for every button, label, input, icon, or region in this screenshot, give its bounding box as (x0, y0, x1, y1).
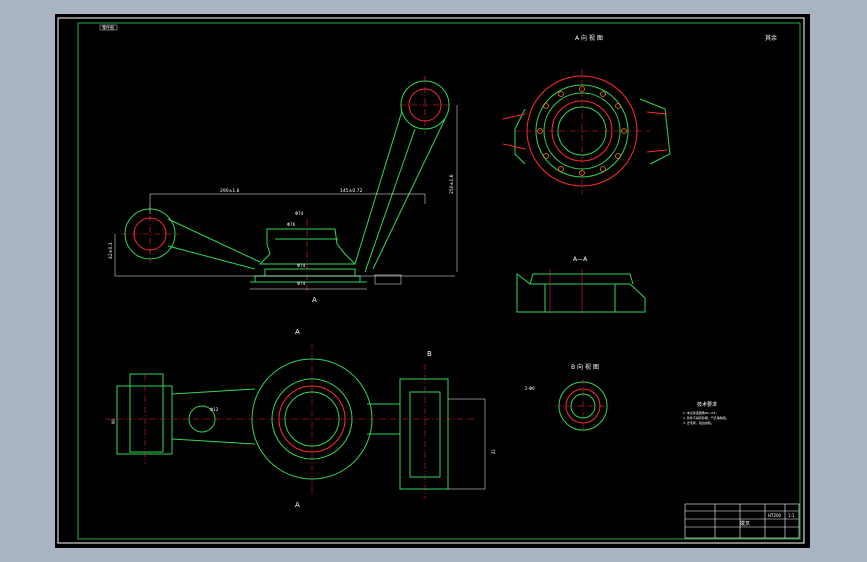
dim-d2: Φ76 (287, 222, 296, 227)
corner-tag-label: 零件图 (102, 24, 114, 30)
view-section-aa-centerlines (549, 269, 583, 314)
view-top-left (124, 80, 450, 283)
view-b-title: B 向 视 图 (571, 363, 599, 371)
dim-total: 290±1.6 (220, 188, 240, 194)
notes-line-1: 1. 未注铸造圆角R2~R3。 (683, 410, 718, 415)
notes-title: 技术要求 (697, 401, 717, 408)
dim-d4: Φ74 (297, 281, 306, 286)
view-b-callout: 2-Φ6 (525, 386, 535, 391)
view-top-left-centerlines (121, 76, 450, 294)
view-aa-title: A—A (573, 256, 588, 263)
dim-height: 250±1.6 (449, 174, 455, 194)
title-block-material: HT200 (768, 513, 782, 518)
title-block-scale: 1:1 (788, 513, 795, 518)
sheet-border-outer (57, 17, 805, 544)
view-b-centerlines (555, 379, 611, 434)
tolerance-frame (374, 274, 402, 285)
notes-line-3: 3. 去毛刺，锐边倒钝。 (683, 420, 714, 425)
dim-d1: Φ74 (295, 211, 304, 216)
dim-d3: Φ74 (297, 263, 306, 268)
section-mark-a-top: A (312, 296, 317, 304)
note-left: Φ12 (210, 407, 219, 412)
notes-line-2: 2. 铸件不得有砂眼、气孔等缺陷。 (683, 415, 729, 420)
view-section-aa (516, 272, 646, 313)
sheet-border-inner (77, 22, 801, 540)
section-mark-b: B (427, 350, 432, 358)
view-bottom-left (116, 358, 486, 490)
title-block-part: 拨叉 (740, 520, 750, 527)
dim-bl-left: 90 (111, 418, 116, 424)
drawing-viewport[interactable]: 零件图 其余 290±1.6 145±0.72 Φ74 Φ76 Φ74 Φ74 … (55, 14, 810, 548)
dim-right: 145±0.72 (340, 188, 363, 194)
section-mark-a-upper: A (295, 328, 300, 336)
dim-bl-right: 41 (491, 448, 496, 454)
roughness-note: 其余 (765, 34, 777, 42)
section-mark-a-lower: A (295, 501, 300, 509)
cad-drawing: 零件图 其余 290±1.6 145±0.72 Φ74 Φ76 Φ74 Φ74 … (57, 17, 805, 544)
view-top-left-dims (114, 105, 458, 290)
view-bottom-left-centerlines (105, 344, 475, 499)
dim-left: 42±0.3 (108, 242, 114, 259)
view-a-title: A 向 视 图 (575, 34, 603, 42)
